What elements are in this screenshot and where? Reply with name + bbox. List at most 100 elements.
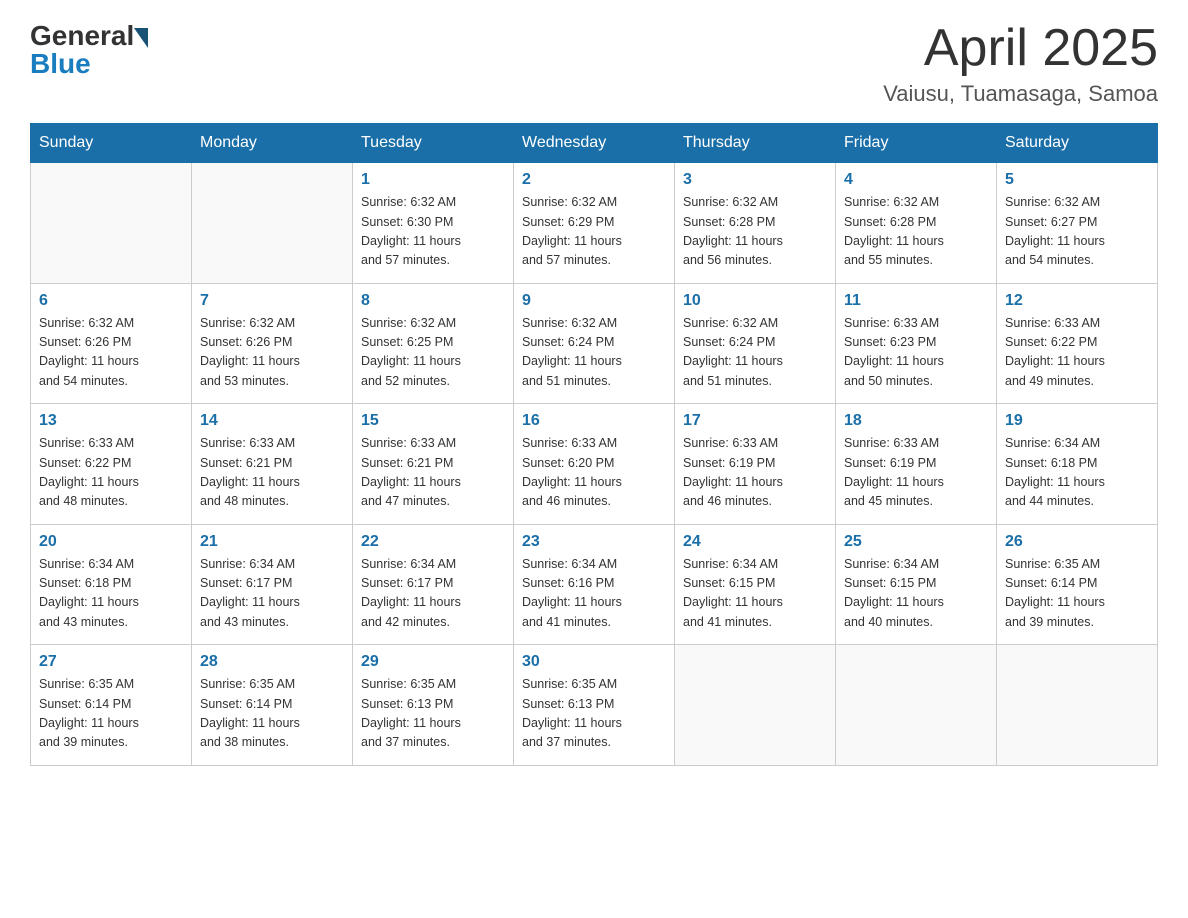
day-of-week-header: Saturday xyxy=(997,124,1158,163)
day-number: 11 xyxy=(844,292,988,310)
calendar-week-row: 6 Sunrise: 6:32 AMSunset: 6:26 PMDaylight… xyxy=(31,283,1158,404)
calendar-day-cell xyxy=(675,645,836,766)
day-number: 7 xyxy=(200,292,344,310)
calendar-week-row: 1Sunrise: 6:32 AMSunset: 6:30 PMDaylight… xyxy=(31,163,1158,284)
calendar-day-cell xyxy=(997,645,1158,766)
calendar-day-cell: 24 Sunrise: 6:34 AMSunset: 6:15 PMDayligh… xyxy=(675,524,836,645)
day-info: Sunrise: 6:35 AMSunset: 6:13 PMDaylight:… xyxy=(522,675,666,753)
day-info: Sunrise: 6:32 AMSunset: 6:29 PMDaylight:… xyxy=(522,193,666,271)
calendar-day-cell: 12Sunrise: 6:33 AMSunset: 6:22 PMDayligh… xyxy=(997,283,1158,404)
day-number: 14 xyxy=(200,412,344,430)
day-number: 21 xyxy=(200,533,344,551)
day-number: 15 xyxy=(361,412,505,430)
calendar-day-cell: 27 Sunrise: 6:35 AMSunset: 6:14 PMDayligh… xyxy=(31,645,192,766)
day-number: 2 xyxy=(522,171,666,189)
calendar-week-row: 27 Sunrise: 6:35 AMSunset: 6:14 PMDayligh… xyxy=(31,645,1158,766)
day-info: Sunrise: 6:34 AMSunset: 6:16 PMDaylight:… xyxy=(522,555,666,633)
day-number: 23 xyxy=(522,533,666,551)
day-of-week-header: Tuesday xyxy=(353,124,514,163)
calendar-day-cell: 3 Sunrise: 6:32 AMSunset: 6:28 PMDaylight… xyxy=(675,163,836,284)
calendar-day-cell: 26 Sunrise: 6:35 AMSunset: 6:14 PMDayligh… xyxy=(997,524,1158,645)
calendar-day-cell: 21Sunrise: 6:34 AMSunset: 6:17 PMDayligh… xyxy=(192,524,353,645)
calendar-day-cell xyxy=(836,645,997,766)
calendar-day-cell: 22 Sunrise: 6:34 AMSunset: 6:17 PMDayligh… xyxy=(353,524,514,645)
day-of-week-header: Sunday xyxy=(31,124,192,163)
day-of-week-header: Friday xyxy=(836,124,997,163)
calendar-day-cell: 7 Sunrise: 6:32 AMSunset: 6:26 PMDaylight… xyxy=(192,283,353,404)
day-info: Sunrise: 6:34 AMSunset: 6:17 PMDaylight:… xyxy=(361,555,505,633)
calendar-day-cell: 5 Sunrise: 6:32 AMSunset: 6:27 PMDaylight… xyxy=(997,163,1158,284)
day-info: Sunrise: 6:32 AMSunset: 6:25 PMDaylight:… xyxy=(361,314,505,392)
calendar-day-cell: 2 Sunrise: 6:32 AMSunset: 6:29 PMDaylight… xyxy=(514,163,675,284)
day-info: Sunrise: 6:33 AMSunset: 6:19 PMDaylight:… xyxy=(683,434,827,512)
calendar-day-cell xyxy=(31,163,192,284)
calendar-day-cell: 20Sunrise: 6:34 AMSunset: 6:18 PMDayligh… xyxy=(31,524,192,645)
day-number: 3 xyxy=(683,171,827,189)
calendar-day-cell: 18 Sunrise: 6:33 AMSunset: 6:19 PMDayligh… xyxy=(836,404,997,525)
day-info: Sunrise: 6:33 AMSunset: 6:21 PMDaylight:… xyxy=(361,434,505,512)
month-title: April 2025 xyxy=(883,20,1158,77)
day-number: 13 xyxy=(39,412,183,430)
calendar-day-cell: 13 Sunrise: 6:33 AMSunset: 6:22 PMDayligh… xyxy=(31,404,192,525)
calendar-day-cell: 8 Sunrise: 6:32 AMSunset: 6:25 PMDaylight… xyxy=(353,283,514,404)
day-info: Sunrise: 6:35 AMSunset: 6:14 PMDaylight:… xyxy=(1005,555,1149,633)
day-info: Sunrise: 6:32 AMSunset: 6:27 PMDaylight:… xyxy=(1005,193,1149,271)
calendar-day-cell: 17 Sunrise: 6:33 AMSunset: 6:19 PMDayligh… xyxy=(675,404,836,525)
calendar-day-cell: 1Sunrise: 6:32 AMSunset: 6:30 PMDaylight… xyxy=(353,163,514,284)
day-number: 28 xyxy=(200,653,344,671)
calendar-day-cell: 23 Sunrise: 6:34 AMSunset: 6:16 PMDayligh… xyxy=(514,524,675,645)
day-info: Sunrise: 6:32 AMSunset: 6:28 PMDaylight:… xyxy=(683,193,827,271)
day-number: 6 xyxy=(39,292,183,310)
day-number: 17 xyxy=(683,412,827,430)
day-info: Sunrise: 6:32 AMSunset: 6:24 PMDaylight:… xyxy=(522,314,666,392)
day-number: 8 xyxy=(361,292,505,310)
day-number: 10 xyxy=(683,292,827,310)
calendar-week-row: 20Sunrise: 6:34 AMSunset: 6:18 PMDayligh… xyxy=(31,524,1158,645)
day-info: Sunrise: 6:34 AMSunset: 6:15 PMDaylight:… xyxy=(683,555,827,633)
day-info: Sunrise: 6:32 AMSunset: 6:28 PMDaylight:… xyxy=(844,193,988,271)
day-info: Sunrise: 6:32 AMSunset: 6:26 PMDaylight:… xyxy=(39,314,183,392)
day-number: 5 xyxy=(1005,171,1149,189)
day-info: Sunrise: 6:35 AMSunset: 6:14 PMDaylight:… xyxy=(200,675,344,753)
day-number: 22 xyxy=(361,533,505,551)
day-number: 20 xyxy=(39,533,183,551)
calendar-day-cell: 10Sunrise: 6:32 AMSunset: 6:24 PMDayligh… xyxy=(675,283,836,404)
day-info: Sunrise: 6:33 AMSunset: 6:19 PMDaylight:… xyxy=(844,434,988,512)
calendar-day-cell: 14Sunrise: 6:33 AMSunset: 6:21 PMDayligh… xyxy=(192,404,353,525)
day-of-week-header: Wednesday xyxy=(514,124,675,163)
calendar-day-cell: 9 Sunrise: 6:32 AMSunset: 6:24 PMDaylight… xyxy=(514,283,675,404)
day-number: 29 xyxy=(361,653,505,671)
day-number: 24 xyxy=(683,533,827,551)
logo[interactable]: General Blue xyxy=(30,20,148,80)
logo-arrow-icon xyxy=(134,28,148,48)
calendar-day-cell xyxy=(192,163,353,284)
day-number: 18 xyxy=(844,412,988,430)
calendar-day-cell: 25Sunrise: 6:34 AMSunset: 6:15 PMDayligh… xyxy=(836,524,997,645)
calendar-day-cell: 28 Sunrise: 6:35 AMSunset: 6:14 PMDayligh… xyxy=(192,645,353,766)
day-info: Sunrise: 6:33 AMSunset: 6:22 PMDaylight:… xyxy=(39,434,183,512)
page-header: General Blue April 2025 Vaiusu, Tuamasag… xyxy=(30,20,1158,107)
day-info: Sunrise: 6:35 AMSunset: 6:13 PMDaylight:… xyxy=(361,675,505,753)
day-number: 4 xyxy=(844,171,988,189)
title-section: April 2025 Vaiusu, Tuamasaga, Samoa xyxy=(883,20,1158,107)
day-number: 9 xyxy=(522,292,666,310)
day-number: 25 xyxy=(844,533,988,551)
calendar-day-cell: 15 Sunrise: 6:33 AMSunset: 6:21 PMDayligh… xyxy=(353,404,514,525)
day-info: Sunrise: 6:34 AMSunset: 6:18 PMDaylight:… xyxy=(1005,434,1149,512)
day-number: 27 xyxy=(39,653,183,671)
day-info: Sunrise: 6:32 AMSunset: 6:30 PMDaylight:… xyxy=(361,193,505,271)
day-number: 26 xyxy=(1005,533,1149,551)
calendar-day-cell: 4 Sunrise: 6:32 AMSunset: 6:28 PMDaylight… xyxy=(836,163,997,284)
day-of-week-header: Monday xyxy=(192,124,353,163)
day-info: Sunrise: 6:33 AMSunset: 6:20 PMDaylight:… xyxy=(522,434,666,512)
day-number: 16 xyxy=(522,412,666,430)
logo-blue-text: Blue xyxy=(30,48,148,80)
day-info: Sunrise: 6:32 AMSunset: 6:26 PMDaylight:… xyxy=(200,314,344,392)
calendar-day-cell: 29 Sunrise: 6:35 AMSunset: 6:13 PMDayligh… xyxy=(353,645,514,766)
calendar-day-cell: 16 Sunrise: 6:33 AMSunset: 6:20 PMDayligh… xyxy=(514,404,675,525)
day-of-week-header: Thursday xyxy=(675,124,836,163)
location-title: Vaiusu, Tuamasaga, Samoa xyxy=(883,81,1158,107)
day-info: Sunrise: 6:35 AMSunset: 6:14 PMDaylight:… xyxy=(39,675,183,753)
calendar-day-cell: 6 Sunrise: 6:32 AMSunset: 6:26 PMDaylight… xyxy=(31,283,192,404)
calendar-header-row: SundayMondayTuesdayWednesdayThursdayFrid… xyxy=(31,124,1158,163)
